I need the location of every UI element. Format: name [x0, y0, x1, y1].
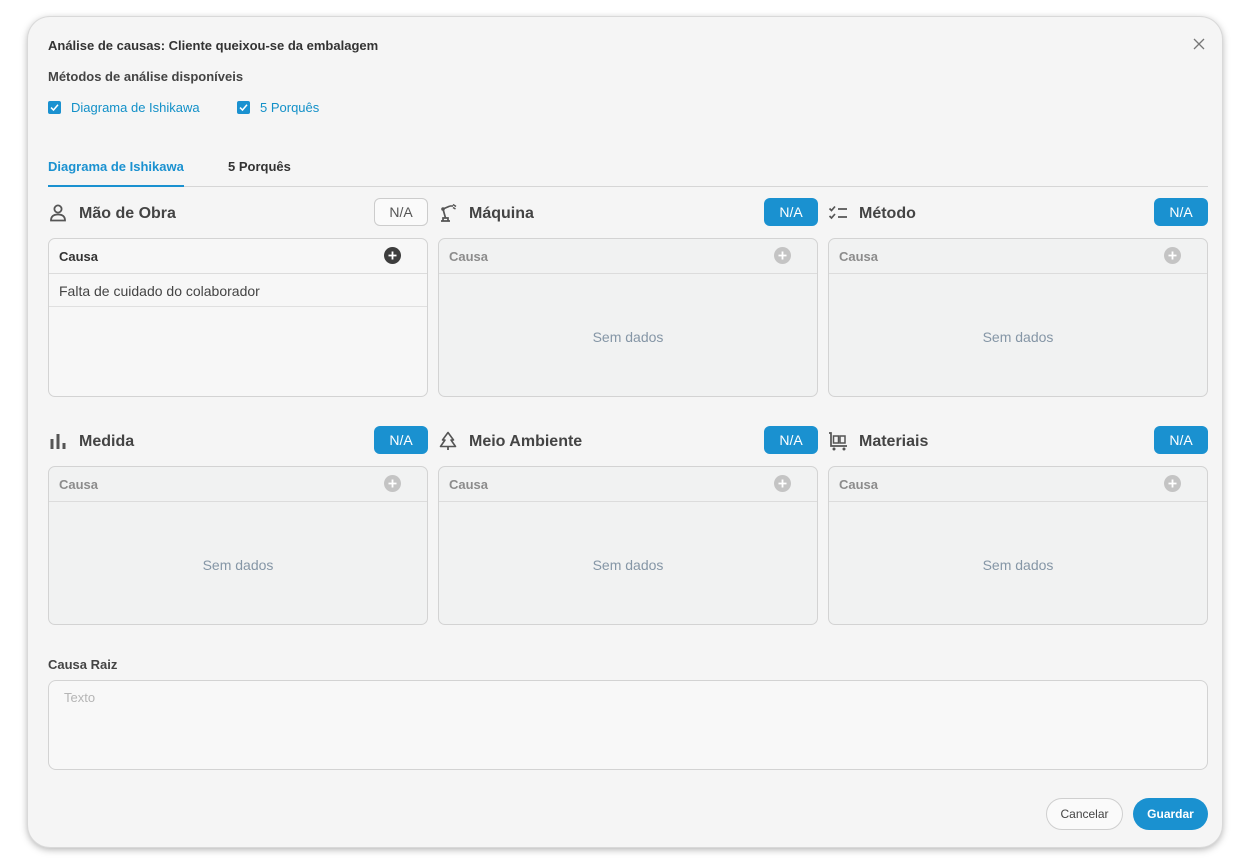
- column-header: Causa: [449, 477, 489, 492]
- analysis-dialog: Análise de causas: Cliente queixou-se da…: [28, 17, 1222, 847]
- tab-ishikawa[interactable]: Diagrama de Ishikawa: [48, 159, 184, 187]
- trolley-icon: [829, 432, 847, 451]
- add-cause-icon[interactable]: [384, 247, 401, 264]
- category-title: Materiais: [859, 433, 929, 450]
- close-icon[interactable]: [1192, 37, 1206, 51]
- method-checkbox-ishikawa[interactable]: Diagrama de Ishikawa: [48, 100, 200, 115]
- na-toggle-button[interactable]: N/A: [764, 198, 818, 226]
- empty-state: Sem dados: [592, 329, 664, 345]
- methods-label: Métodos de análise disponíveis: [48, 69, 244, 84]
- category-title: Mão de Obra: [79, 205, 176, 222]
- category-title: Máquina: [469, 205, 534, 222]
- person-icon: [50, 204, 66, 222]
- cause-table: Causa Sem dados: [438, 466, 818, 625]
- cause-text: Falta de cuidado do colaborador: [59, 283, 260, 299]
- na-toggle-button[interactable]: N/A: [1154, 426, 1208, 454]
- robot-arm-icon: [441, 203, 457, 222]
- category-mao-de-obra: Mão de Obra N/A Causa Falta de cuidado d…: [48, 198, 428, 397]
- empty-state: Sem dados: [982, 557, 1054, 573]
- root-cause-label: Causa Raiz: [48, 657, 118, 672]
- add-cause-icon[interactable]: [384, 475, 401, 492]
- method-tabs: Diagrama de Ishikawa 5 Porquês: [48, 147, 1208, 187]
- checkbox-checked-icon[interactable]: [237, 101, 250, 114]
- cancel-button[interactable]: Cancelar: [1046, 798, 1123, 830]
- tab-5-porques[interactable]: 5 Porquês: [228, 159, 291, 174]
- method-label: Diagrama de Ishikawa: [71, 100, 200, 115]
- category-maquina: Máquina N/A Causa Sem dados: [438, 198, 818, 397]
- add-cause-icon[interactable]: [1164, 475, 1181, 492]
- table-row[interactable]: Falta de cuidado do colaborador: [49, 274, 427, 307]
- column-header: Causa: [59, 477, 99, 492]
- column-header: Causa: [839, 477, 879, 492]
- column-header: Causa: [839, 249, 879, 264]
- add-cause-icon[interactable]: [774, 247, 791, 264]
- column-header: Causa: [59, 249, 99, 264]
- root-cause-textarea[interactable]: Texto: [48, 680, 1208, 770]
- category-title: Método: [859, 205, 916, 222]
- cause-table: Causa Sem dados: [828, 466, 1208, 625]
- empty-state: Sem dados: [982, 329, 1054, 345]
- empty-state: Sem dados: [202, 557, 274, 573]
- add-cause-icon[interactable]: [774, 475, 791, 492]
- category-medida: Medida N/A Causa Sem dados: [48, 426, 428, 625]
- add-cause-icon[interactable]: [1164, 247, 1181, 264]
- column-header: Causa: [449, 249, 489, 264]
- na-toggle-button[interactable]: N/A: [374, 426, 428, 454]
- checkbox-checked-icon[interactable]: [48, 101, 61, 114]
- category-title: Medida: [79, 433, 135, 450]
- method-label: 5 Porquês: [260, 100, 320, 115]
- dialog-title: Análise de causas: Cliente queixou-se da…: [48, 38, 379, 53]
- save-button[interactable]: Guardar: [1133, 798, 1208, 830]
- na-toggle-button[interactable]: N/A: [1154, 198, 1208, 226]
- na-toggle-button[interactable]: N/A: [374, 198, 428, 226]
- na-toggle-button[interactable]: N/A: [764, 426, 818, 454]
- checklist-icon: [828, 205, 847, 220]
- category-metodo: Método N/A Causa Sem dados: [828, 198, 1208, 397]
- cause-table: Causa Sem dados: [48, 466, 428, 625]
- category-meio-ambiente: Meio Ambiente N/A Causa Sem dados: [438, 426, 818, 625]
- cause-table: Causa Falta de cuidado do colaborador: [48, 238, 428, 397]
- cause-table: Causa Sem dados: [438, 238, 818, 397]
- tree-icon: [439, 431, 457, 450]
- root-cause-placeholder: Texto: [64, 690, 96, 705]
- cause-table: Causa Sem dados: [828, 238, 1208, 397]
- category-title: Meio Ambiente: [469, 433, 583, 450]
- empty-state: Sem dados: [592, 557, 664, 573]
- bar-chart-icon: [50, 434, 66, 449]
- category-materiais: Materiais N/A Causa Sem dados: [828, 426, 1208, 625]
- method-checkbox-5-porques[interactable]: 5 Porquês: [237, 100, 319, 115]
